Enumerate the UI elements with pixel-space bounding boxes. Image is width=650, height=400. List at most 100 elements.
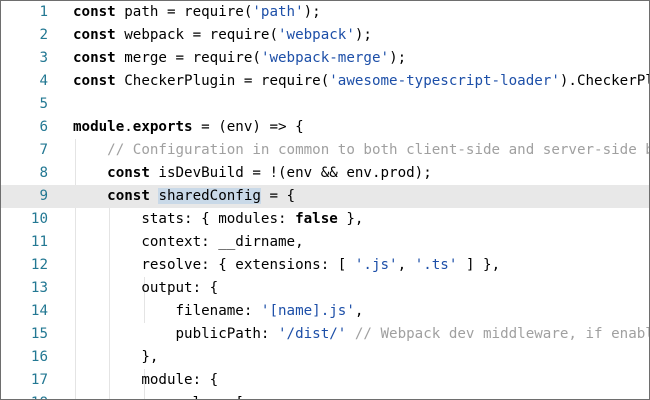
code-token: }, bbox=[337, 211, 364, 227]
line-number: 7 bbox=[39, 142, 48, 158]
code-token: , bbox=[354, 303, 364, 319]
line-number: 5 bbox=[39, 96, 48, 112]
code-line[interactable]: 10 stats: { modules: false }, bbox=[1, 208, 649, 231]
comment-token: // Webpack dev middleware, if enabled, h… bbox=[354, 326, 649, 342]
comment-token: // Configuration in common to both clien… bbox=[107, 142, 650, 158]
code-token: resolve: { extensions: [ bbox=[73, 257, 355, 273]
code-text[interactable]: const merge = require('webpack-merge'); bbox=[73, 47, 406, 70]
code-token: , bbox=[397, 257, 415, 273]
code-line[interactable]: 3 const merge = require('webpack-merge'); bbox=[1, 47, 649, 70]
code-line[interactable]: 6 module.exports = (env) => { bbox=[1, 116, 649, 139]
code-line[interactable]: 18 rules: [ bbox=[1, 392, 649, 399]
string-token: 'webpack-merge' bbox=[260, 50, 390, 66]
line-number: 12 bbox=[30, 257, 48, 273]
code-line[interactable]: 12 resolve: { extensions: [ '.js', '.ts'… bbox=[1, 254, 649, 277]
code-line[interactable]: 16 }, bbox=[1, 346, 649, 369]
line-number: 4 bbox=[39, 73, 48, 89]
code-line[interactable]: 8 const isDevBuild = !(env && env.prod); bbox=[1, 162, 649, 185]
code-line[interactable]: 4 const CheckerPlugin = require('awesome-… bbox=[1, 70, 649, 93]
code-editor[interactable]: 1 const path = require('path'); 2 const web… bbox=[0, 0, 650, 400]
keyword-token: const bbox=[73, 73, 116, 89]
line-number: 14 bbox=[30, 303, 48, 319]
code-line[interactable]: 9 const sharedConfig = { bbox=[1, 185, 649, 208]
code-text[interactable]: resolve: { extensions: [ '.js', '.ts' ] … bbox=[73, 254, 500, 277]
code-token: output: { bbox=[73, 280, 219, 296]
keyword-token: const bbox=[107, 188, 150, 204]
code-line[interactable]: 17 module: { bbox=[1, 369, 649, 392]
line-number: 10 bbox=[30, 211, 48, 227]
keyword-token: false bbox=[295, 211, 338, 227]
line-number: 13 bbox=[30, 280, 48, 296]
code-token: ); bbox=[389, 50, 407, 66]
code-text[interactable]: filename: '[name].js', bbox=[73, 300, 363, 323]
code-line[interactable]: 7 // Configuration in common to both cli… bbox=[1, 139, 649, 162]
code-token: = (env) => { bbox=[192, 119, 304, 135]
line-number: 9 bbox=[39, 188, 48, 204]
keyword-token: const bbox=[73, 27, 116, 43]
string-token: '.js' bbox=[354, 257, 398, 273]
keyword-token: const bbox=[73, 4, 116, 20]
code-line[interactable]: 2 const webpack = require('webpack'); bbox=[1, 24, 649, 47]
string-token: '.ts' bbox=[414, 257, 458, 273]
code-line[interactable]: 1 const path = require('path'); bbox=[1, 1, 649, 24]
line-number: 15 bbox=[30, 326, 48, 342]
code-token: ] }, bbox=[457, 257, 501, 273]
code-text[interactable]: rules: [ bbox=[73, 392, 243, 399]
code-line[interactable]: 14 filename: '[name].js', bbox=[1, 300, 649, 323]
code-token: merge = require( bbox=[115, 50, 261, 66]
string-token: 'path' bbox=[252, 4, 304, 20]
code-line[interactable]: 15 publicPath: '/dist/' // Webpack dev m… bbox=[1, 323, 649, 346]
code-text[interactable]: const path = require('path'); bbox=[73, 1, 321, 24]
code-line[interactable]: 11 context: __dirname, bbox=[1, 231, 649, 254]
code-text[interactable]: }, bbox=[73, 346, 158, 369]
code-token: rules: [ bbox=[73, 395, 243, 399]
keyword-token: module bbox=[73, 119, 125, 135]
line-number: 2 bbox=[39, 27, 48, 43]
code-token: module: { bbox=[73, 372, 219, 388]
code-token: ); bbox=[303, 4, 321, 20]
code-token: publicPath: bbox=[73, 326, 278, 342]
code-text[interactable]: stats: { modules: false }, bbox=[73, 208, 363, 231]
code-text[interactable]: const sharedConfig = { bbox=[73, 185, 295, 208]
code-text[interactable]: context: __dirname, bbox=[73, 231, 304, 254]
code-text[interactable]: module.exports = (env) => { bbox=[73, 116, 304, 139]
line-number: 1 bbox=[39, 4, 48, 20]
code-token: = { bbox=[260, 188, 296, 204]
code-token: ); bbox=[354, 27, 372, 43]
string-token: '[name].js' bbox=[260, 303, 355, 319]
keyword-token: const bbox=[73, 50, 116, 66]
code-token: filename: bbox=[73, 303, 261, 319]
code-token: path = require( bbox=[115, 4, 253, 20]
code-text[interactable]: const isDevBuild = !(env && env.prod); bbox=[73, 162, 432, 185]
code-text[interactable]: output: { bbox=[73, 277, 218, 300]
line-number: 17 bbox=[30, 372, 48, 388]
highlighted-token: sharedConfig bbox=[158, 188, 261, 204]
code-token: CheckerPlugin = require( bbox=[115, 73, 330, 89]
keyword-token: const bbox=[107, 165, 150, 181]
code-line[interactable]: 13 output: { bbox=[1, 277, 649, 300]
code-token: ).CheckerPlugin; bbox=[559, 73, 649, 89]
line-number: 11 bbox=[30, 234, 48, 250]
line-number: 3 bbox=[39, 50, 48, 66]
code-token: webpack = require( bbox=[115, 27, 279, 43]
code-token: . bbox=[124, 119, 133, 135]
code-text[interactable]: const webpack = require('webpack'); bbox=[73, 24, 372, 47]
code-text[interactable]: const CheckerPlugin = require('awesome-t… bbox=[73, 70, 649, 93]
code-text[interactable]: module: { bbox=[73, 369, 218, 392]
code-token: isDevBuild = !(env && env.prod); bbox=[149, 165, 432, 181]
line-number: 16 bbox=[30, 349, 48, 365]
string-token: 'webpack' bbox=[278, 27, 355, 43]
code-token: stats: { modules: bbox=[73, 211, 296, 227]
string-token: 'awesome-typescript-loader' bbox=[329, 73, 560, 89]
code-line[interactable]: 5 bbox=[1, 93, 649, 116]
code-text[interactable]: publicPath: '/dist/' // Webpack dev midd… bbox=[73, 323, 649, 346]
line-number: 18 bbox=[1, 392, 48, 399]
line-number: 8 bbox=[39, 165, 48, 181]
line-number: 6 bbox=[39, 119, 48, 135]
code-token: context: __dirname, bbox=[73, 234, 304, 250]
code-text[interactable]: // Configuration in common to both clien… bbox=[73, 139, 650, 162]
